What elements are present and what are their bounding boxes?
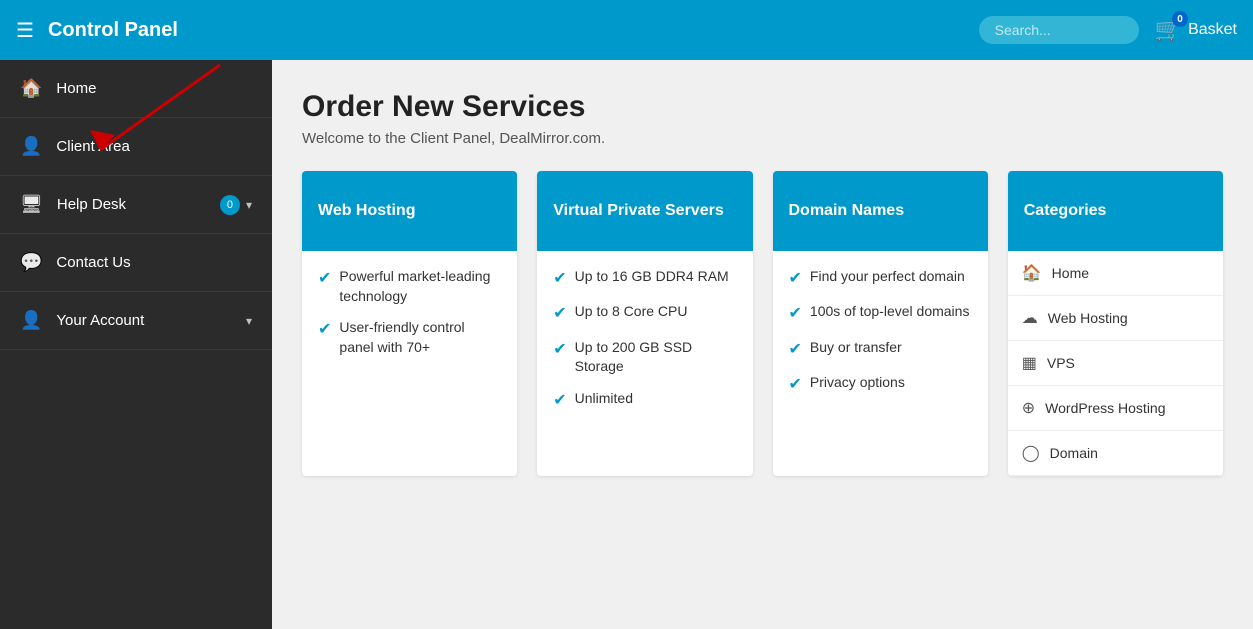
check-icon: ✔ [553,303,566,325]
category-webhosting-icon: ☁ [1022,308,1038,328]
help-desk-badge: 0 [220,195,240,215]
card-feature: ✔ Privacy options [789,373,972,396]
check-icon: ✔ [789,303,802,325]
categories-list: 🏠 Home ☁ Web Hosting ▦ VPS ⊕ [1008,251,1223,476]
sidebar: 🏠 Home 👤 Client Area 🖥 Help Desk 0 ▾ 💬 C… [0,60,272,629]
card-body-domain-names: ✔ Find your perfect domain ✔ 100s of top… [773,251,988,425]
sidebar-label-your-account: Your Account [56,312,240,329]
card-feature: ✔ Up to 8 Core CPU [553,302,736,325]
check-icon: ✔ [553,268,566,290]
sidebar-label-help-desk: Help Desk [57,196,214,213]
search-input[interactable] [979,16,1139,44]
category-item-home[interactable]: 🏠 Home [1008,251,1223,296]
home-icon: 🏠 [20,78,42,99]
basket-label: Basket [1188,21,1237,39]
feature-text: Unlimited [575,389,633,409]
category-item-wordpress[interactable]: ⊕ WordPress Hosting [1008,386,1223,431]
sidebar-label-home: Home [56,80,252,97]
card-header-domain-names[interactable]: Domain Names [773,171,988,251]
category-domain-icon: ◯ [1022,443,1040,463]
card-body-web-hosting: ✔ Powerful market-leading technology ✔ U… [302,251,517,385]
category-label-web-hosting: Web Hosting [1048,310,1128,326]
layout: 🏠 Home 👤 Client Area 🖥 Help Desk 0 ▾ 💬 C… [0,60,1253,629]
feature-text: Find your perfect domain [810,267,965,287]
check-icon: ✔ [789,374,802,396]
card-title-domain-names: Domain Names [789,202,905,220]
check-icon: ✔ [789,268,802,290]
help-desk-icon: 🖥 [20,194,43,215]
app-title: Control Panel [48,19,979,42]
feature-text: User-friendly control panel with 70+ [339,318,501,357]
card-feature: ✔ Buy or transfer [789,338,972,361]
check-icon: ✔ [789,339,802,361]
card-feature: ✔ 100s of top-level domains [789,302,972,325]
sidebar-item-your-account[interactable]: 👤 Your Account ▾ [0,292,272,350]
category-label-vps: VPS [1047,355,1075,371]
contact-icon: 💬 [20,252,42,273]
card-categories: Categories 🏠 Home ☁ Web Hosting ▦ [1008,171,1223,476]
feature-text: Up to 8 Core CPU [575,302,688,322]
feature-text: Privacy options [810,373,905,393]
card-body-vps: ✔ Up to 16 GB DDR4 RAM ✔ Up to 8 Core CP… [537,251,752,440]
sidebar-label-contact-us: Contact Us [56,254,252,271]
card-domain-names: Domain Names ✔ Find your perfect domain … [773,171,988,476]
card-title-categories: Categories [1024,202,1107,220]
card-header-web-hosting[interactable]: Web Hosting [302,171,517,251]
basket-badge: 0 [1172,11,1188,27]
client-area-icon: 👤 [20,136,42,157]
help-desk-chevron: ▾ [246,198,252,212]
page-title: Order New Services [302,90,1223,124]
check-icon: ✔ [553,390,566,412]
category-wordpress-icon: ⊕ [1022,398,1035,418]
card-feature: ✔ Find your perfect domain [789,267,972,290]
card-header-categories: Categories [1008,171,1223,251]
main-content: Order New Services Welcome to the Client… [272,60,1253,629]
card-web-hosting: Web Hosting ✔ Powerful market-leading te… [302,171,517,476]
category-label-wordpress: WordPress Hosting [1045,400,1165,416]
check-icon: ✔ [318,319,331,341]
hamburger-icon[interactable]: ☰ [16,18,34,43]
card-feature: ✔ Unlimited [553,389,736,412]
sidebar-item-help-desk[interactable]: 🖥 Help Desk 0 ▾ [0,176,272,234]
basket-button[interactable]: 🛒 0 Basket [1155,17,1237,43]
header: ☰ Control Panel 🛒 0 Basket [0,0,1253,60]
category-item-web-hosting[interactable]: ☁ Web Hosting [1008,296,1223,341]
feature-text: Buy or transfer [810,338,902,358]
category-item-domain[interactable]: ◯ Domain [1008,431,1223,476]
sidebar-label-client-area: Client Area [56,138,252,155]
card-feature: ✔ User-friendly control panel with 70+ [318,318,501,357]
feature-text: 100s of top-level domains [810,302,970,322]
sidebar-item-client-area[interactable]: 👤 Client Area [0,118,272,176]
page-subtitle: Welcome to the Client Panel, DealMirror.… [302,130,1223,147]
feature-text: Up to 16 GB DDR4 RAM [575,267,729,287]
card-vps: Virtual Private Servers ✔ Up to 16 GB DD… [537,171,752,476]
category-label-domain: Domain [1050,445,1098,461]
feature-text: Up to 200 GB SSD Storage [575,338,737,377]
account-chevron: ▾ [246,314,252,328]
card-body-categories: 🏠 Home ☁ Web Hosting ▦ VPS ⊕ [1008,251,1223,476]
card-feature: ✔ Up to 16 GB DDR4 RAM [553,267,736,290]
basket-icon-wrap: 🛒 0 [1155,17,1182,43]
sidebar-item-home[interactable]: 🏠 Home [0,60,272,118]
check-icon: ✔ [318,268,331,290]
category-vps-icon: ▦ [1022,353,1037,373]
category-home-icon: 🏠 [1022,263,1042,283]
feature-text: Powerful market-leading technology [339,267,501,306]
card-header-vps[interactable]: Virtual Private Servers [537,171,752,251]
card-title-vps: Virtual Private Servers [553,202,723,220]
card-feature: ✔ Powerful market-leading technology [318,267,501,306]
category-label-home: Home [1052,265,1089,281]
account-icon: 👤 [20,310,42,331]
service-cards-grid: Web Hosting ✔ Powerful market-leading te… [302,171,1223,476]
card-title-web-hosting: Web Hosting [318,202,415,220]
sidebar-item-contact-us[interactable]: 💬 Contact Us [0,234,272,292]
card-feature: ✔ Up to 200 GB SSD Storage [553,338,736,377]
check-icon: ✔ [553,339,566,361]
category-item-vps[interactable]: ▦ VPS [1008,341,1223,386]
